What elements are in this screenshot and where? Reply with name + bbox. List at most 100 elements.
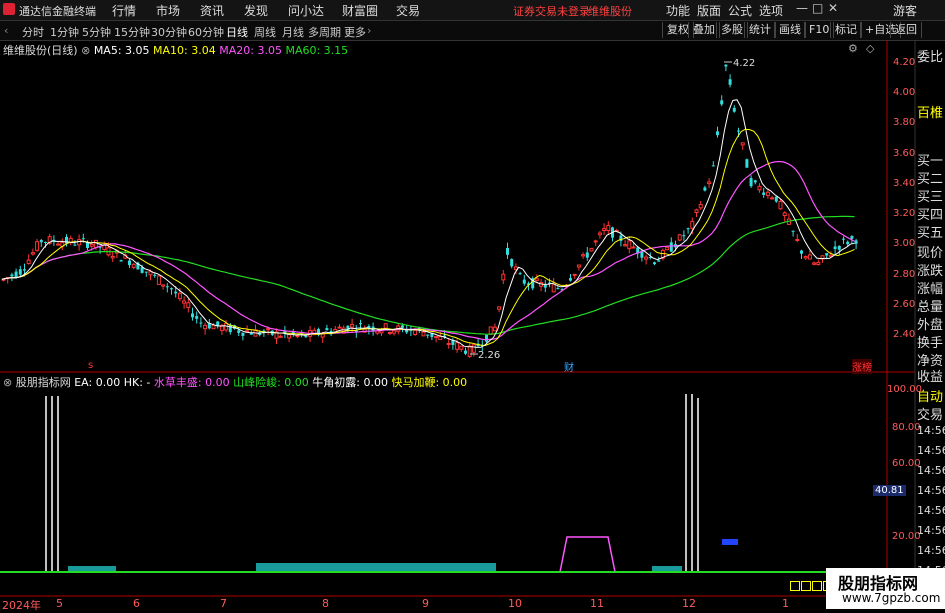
candle-body xyxy=(846,241,850,245)
candle-body xyxy=(144,271,148,273)
side-trade-label[interactable]: 交易 xyxy=(917,404,943,423)
candle-body xyxy=(837,245,841,250)
candle-body xyxy=(720,100,724,105)
candle-body xyxy=(669,242,673,252)
candle-body xyxy=(119,260,123,262)
ma5-line xyxy=(1,99,855,348)
candle-body xyxy=(93,239,98,249)
candle-body xyxy=(623,244,628,247)
trade-time: 14:56 xyxy=(917,484,945,497)
candle-body xyxy=(589,247,594,252)
candle-body xyxy=(30,252,35,255)
candle-body xyxy=(572,273,577,276)
sub-indicator-series xyxy=(0,394,828,573)
candle-body xyxy=(711,165,715,167)
watermark-url: www.7gpzb.com xyxy=(842,591,941,605)
sub-toggle-icon[interactable]: ⊗ xyxy=(3,376,12,389)
candle-body xyxy=(686,228,690,230)
candle-body xyxy=(581,254,586,257)
candle-body xyxy=(803,256,808,259)
candle-body xyxy=(241,332,245,336)
candle-body xyxy=(65,236,68,244)
legend-grass: 水草丰盛: 0.00 xyxy=(153,376,230,389)
candle-body xyxy=(278,335,283,338)
side-label: 收益 xyxy=(917,370,944,385)
side-label: 涨跌 xyxy=(917,264,944,279)
candle-body xyxy=(401,325,404,328)
candle-body xyxy=(800,250,803,254)
trade-time: 14:56 xyxy=(917,424,945,437)
candle-body xyxy=(690,220,695,229)
candle-body xyxy=(387,331,392,334)
candle-body xyxy=(10,274,14,277)
candle-body xyxy=(631,246,636,249)
candle-body xyxy=(199,322,203,324)
ma60-line xyxy=(1,215,855,335)
candle-body xyxy=(807,254,812,260)
candle-body xyxy=(556,288,560,290)
candle-body xyxy=(266,328,271,331)
candle-body xyxy=(782,212,787,216)
side-label: 买一 xyxy=(917,154,944,169)
sub-chart-title: 股朋指标网 xyxy=(15,376,71,389)
legend-hk: HK: - xyxy=(123,376,151,389)
candle-body xyxy=(657,260,661,262)
month-label: 1 xyxy=(782,597,789,610)
kline-chart[interactable] xyxy=(0,0,945,609)
side-label: 现价 xyxy=(917,246,944,261)
side-label: 涨幅 xyxy=(917,282,944,297)
candle-body xyxy=(485,334,488,342)
candle-body xyxy=(287,334,292,339)
legend-mountain: 山峰险峻: 0.00 xyxy=(233,376,309,389)
candle-body xyxy=(224,323,229,331)
candle-body xyxy=(698,203,703,209)
candle-body xyxy=(459,345,464,350)
candle-body xyxy=(203,324,208,330)
candle-body xyxy=(39,239,43,243)
trade-time: 14:56 xyxy=(917,444,945,457)
side-label: 百椎 xyxy=(917,106,944,121)
legend-ea: EA: 0.00 xyxy=(74,376,121,389)
limit-up-tag[interactable]: 涨榜 xyxy=(852,359,872,374)
month-label: 7 xyxy=(220,597,227,610)
candle-body xyxy=(606,224,611,231)
low-price-label: 2.26 xyxy=(478,350,501,361)
month-label: 8 xyxy=(322,597,329,610)
candle-body xyxy=(707,181,712,185)
candle-body xyxy=(737,130,740,132)
candle-body xyxy=(492,326,497,332)
candle-body xyxy=(791,230,795,232)
month-label: 11 xyxy=(590,597,604,610)
candle-body xyxy=(26,259,31,265)
candle-body xyxy=(128,260,131,266)
candle-body xyxy=(156,275,161,285)
event-marker[interactable]: s xyxy=(88,360,93,371)
candle-body xyxy=(694,209,699,214)
candle-body xyxy=(627,240,632,250)
trade-time: 14:56 xyxy=(917,524,945,537)
candle-body xyxy=(359,323,362,325)
candle-body xyxy=(551,283,556,293)
candle-body xyxy=(812,262,817,265)
candle-body xyxy=(77,239,82,246)
finance-marker[interactable]: 财 xyxy=(564,359,574,374)
candle-body xyxy=(295,335,300,338)
candle-body xyxy=(405,330,409,333)
candle-body xyxy=(337,326,342,329)
candle-body xyxy=(35,241,40,251)
candle-body xyxy=(593,240,598,243)
candle-body xyxy=(825,253,829,256)
candle-body xyxy=(44,241,47,243)
candle-body xyxy=(426,334,430,336)
side-auto-label[interactable]: 自动 xyxy=(917,386,943,405)
candle-body xyxy=(488,326,493,335)
candle-body xyxy=(745,159,749,168)
candle-body xyxy=(576,264,581,268)
candle-body xyxy=(724,64,728,67)
candle-body xyxy=(732,107,736,112)
candle-body xyxy=(597,232,602,236)
grass-band xyxy=(68,566,116,571)
candle-body xyxy=(161,284,166,287)
candle-body xyxy=(195,316,199,319)
candle-body xyxy=(510,259,514,267)
